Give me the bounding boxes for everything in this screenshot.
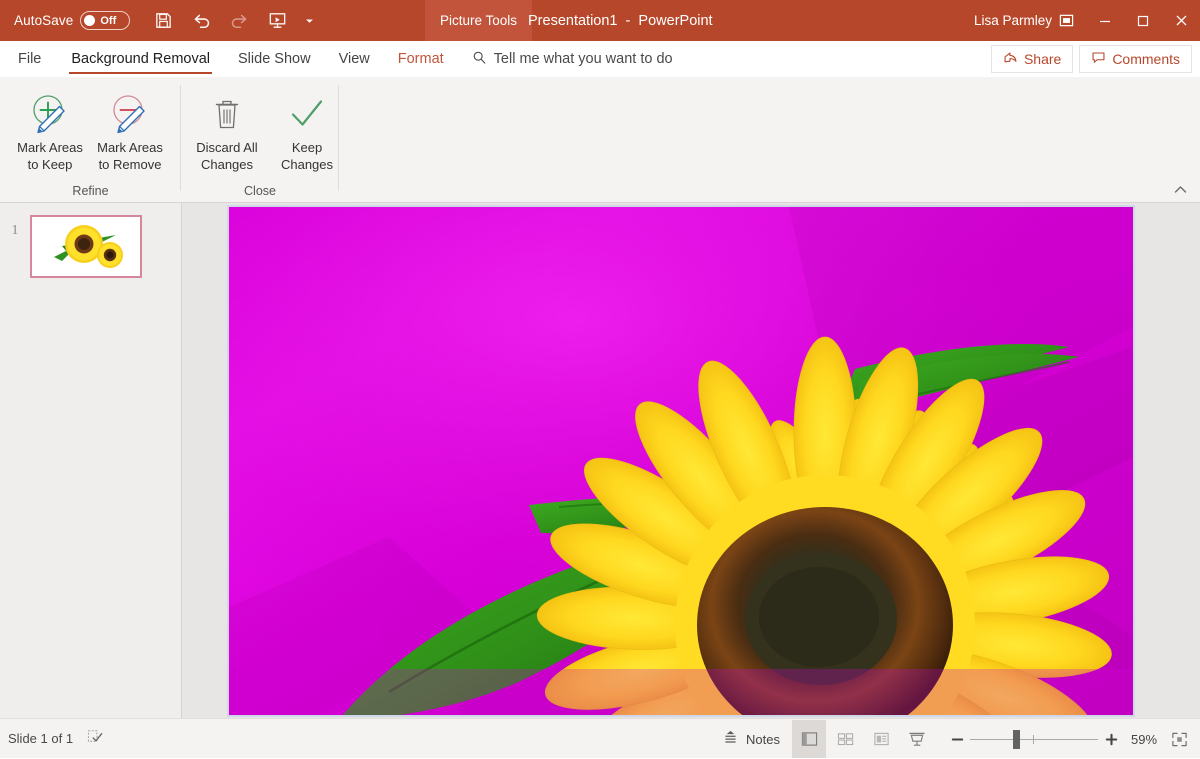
quick-access-toolbar [146, 6, 320, 36]
slide-canvas-area[interactable] [182, 203, 1200, 718]
discard-all-changes-label: Discard AllChanges [184, 139, 270, 173]
ribbon-group-refine-title: Refine [0, 184, 181, 198]
minimize-icon[interactable] [1086, 0, 1124, 41]
slide-sorter-view-icon[interactable] [828, 720, 862, 758]
zoom-slider[interactable] [970, 720, 1098, 758]
tab-slide-show[interactable]: Slide Show [224, 41, 325, 77]
thumbnail-slide-preview[interactable] [30, 215, 142, 278]
mark-areas-to-remove-label: Mark Areasto Remove [87, 139, 173, 173]
notes-button[interactable]: Notes [712, 720, 790, 758]
picture-tools-contextual-tab[interactable]: Picture Tools [425, 0, 532, 41]
fit-slide-to-window-icon[interactable] [1164, 720, 1194, 758]
tab-background-removal[interactable]: Background Removal [57, 41, 224, 77]
comments-label: Comments [1112, 51, 1180, 67]
slide-count-label[interactable]: Slide 1 of 1 [8, 731, 73, 746]
collapse-ribbon-chevron-icon[interactable] [1170, 180, 1190, 198]
share-icon [1003, 50, 1018, 68]
ribbon-group-refine: Mark Areasto Keep Mark Areasto Remove Re… [0, 77, 181, 203]
tell-me-search[interactable]: Tell me what you want to do [472, 50, 673, 69]
maximize-icon[interactable] [1124, 0, 1162, 41]
document-title: Presentation1 - PowerPoint [528, 0, 713, 41]
sunflowers-picture[interactable] [229, 207, 1133, 715]
undo-icon[interactable] [184, 6, 218, 36]
comments-button[interactable]: Comments [1079, 45, 1192, 73]
redo-icon[interactable] [222, 6, 256, 36]
zoom-slider-midpoint [1033, 735, 1034, 744]
ribbon-group-close: Discard AllChanges KeepChanges Close [181, 77, 339, 203]
mark-areas-to-keep-icon [27, 91, 73, 137]
save-icon[interactable] [146, 6, 180, 36]
status-bar-right: Notes 59% [712, 719, 1194, 759]
reading-view-icon[interactable] [864, 720, 898, 758]
slide-surface[interactable] [228, 206, 1134, 716]
notes-icon [722, 729, 739, 749]
ribbon-right-buttons: Share Comments [991, 45, 1192, 73]
tab-format[interactable]: Format [384, 41, 458, 77]
close-icon[interactable] [1162, 0, 1200, 41]
share-button[interactable]: Share [991, 45, 1073, 73]
tab-file[interactable]: File [0, 41, 57, 77]
start-presentation-icon[interactable] [260, 6, 294, 36]
slides-thumbnail-pane[interactable]: 1 [0, 203, 182, 718]
status-bar: Slide 1 of 1 Notes [0, 718, 1200, 758]
ribbon-group-divider [338, 85, 339, 191]
comment-icon [1091, 50, 1106, 68]
window-controls [1046, 0, 1200, 41]
thumbnail-item[interactable]: 1 [0, 215, 142, 278]
ribbon-group-close-title: Close [181, 184, 339, 198]
discard-all-changes-icon [207, 91, 247, 137]
ribbon-tab-bar: File Background Removal Slide Show View … [0, 41, 1200, 77]
keep-changes-icon [285, 91, 329, 137]
status-bar-left: Slide 1 of 1 [8, 728, 104, 750]
notes-label: Notes [746, 732, 780, 747]
zoom-out-icon[interactable] [944, 720, 970, 758]
customize-qat-caret-icon[interactable] [298, 6, 320, 36]
normal-view-icon[interactable] [792, 720, 826, 758]
autosave-toggle[interactable]: Off [80, 11, 130, 30]
ribbon: Mark Areasto Keep Mark Areasto Remove Re… [0, 77, 1200, 203]
zoom-controls: 59% [944, 720, 1194, 758]
share-label: Share [1024, 51, 1061, 67]
zoom-in-icon[interactable] [1098, 720, 1124, 758]
autosave-state-label: Off [100, 15, 116, 27]
tell-me-placeholder: Tell me what you want to do [494, 51, 673, 67]
mark-areas-to-keep-button[interactable]: Mark Areasto Keep [10, 83, 90, 177]
zoom-level-label[interactable]: 59% [1124, 732, 1164, 747]
accessibility-checker-icon[interactable] [87, 728, 104, 750]
thumbnail-slide-number: 1 [0, 215, 30, 239]
zoom-slider-handle[interactable] [1013, 730, 1020, 749]
tab-view[interactable]: View [325, 41, 384, 77]
keep-changes-button[interactable]: KeepChanges [267, 83, 347, 177]
zoom-slider-track [970, 739, 1098, 740]
mark-areas-to-keep-label: Mark Areasto Keep [7, 139, 93, 173]
slide-show-view-icon[interactable] [900, 720, 934, 758]
mark-areas-to-remove-icon [107, 91, 153, 137]
title-bar: AutoSave Off Picture Tools Presentation1… [0, 0, 1200, 41]
mark-areas-to-remove-button[interactable]: Mark Areasto Remove [90, 83, 170, 177]
search-icon [472, 50, 487, 69]
autosave-toggle-knob [84, 15, 95, 26]
autosave-control[interactable]: AutoSave Off [14, 11, 130, 30]
ribbon-display-options-icon[interactable] [1046, 0, 1086, 41]
autosave-label: AutoSave [14, 13, 73, 28]
discard-all-changes-button[interactable]: Discard AllChanges [187, 83, 267, 177]
thumbnail-sunflowers-image [32, 217, 140, 276]
account-user-name[interactable]: Lisa Parmley [974, 0, 1052, 41]
